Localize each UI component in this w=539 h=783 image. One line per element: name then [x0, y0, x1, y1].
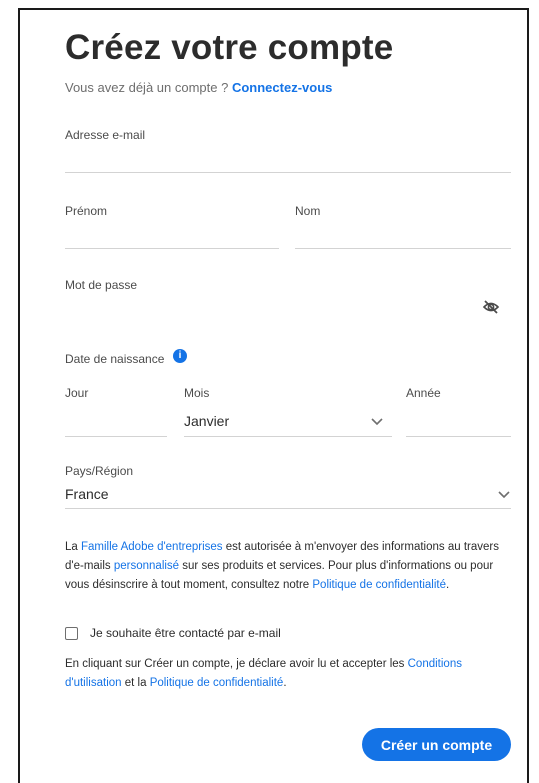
day-underline	[65, 436, 167, 437]
country-value: France	[65, 486, 109, 502]
month-value: Janvier	[184, 413, 230, 429]
first-name-underline	[65, 248, 279, 249]
page-title: Créez votre compte	[65, 28, 394, 67]
last-name-underline	[295, 248, 511, 249]
terms-text: En cliquant sur Créer un compte, je décl…	[65, 655, 520, 693]
adobe-family-link[interactable]: Famille Adobe d'entreprises	[81, 541, 223, 553]
year-field[interactable]	[406, 408, 511, 434]
email-label: Adresse e-mail	[65, 128, 146, 142]
terms-text-part: En cliquant sur Créer un compte, je décl…	[65, 658, 408, 670]
info-icon[interactable]: i	[173, 349, 187, 363]
dob-label: Date de naissance	[65, 352, 165, 366]
create-account-button[interactable]: Créer un compte	[362, 728, 511, 761]
signup-card: Créez votre compte Vous avez déjà un com…	[18, 8, 529, 783]
signin-prompt-text: Vous avez déjà un compte ?	[65, 80, 229, 95]
country-label: Pays/Région	[65, 464, 134, 478]
year-label: Année	[406, 386, 441, 400]
email-field[interactable]	[65, 146, 511, 172]
first-name-field[interactable]	[65, 222, 279, 248]
personalized-link[interactable]: personnalisé	[114, 560, 179, 572]
month-underline	[184, 436, 392, 437]
privacy-policy-link[interactable]: Politique de confidentialité	[312, 579, 446, 591]
chevron-down-icon	[498, 491, 510, 499]
year-underline	[406, 436, 511, 437]
country-underline	[65, 508, 511, 509]
last-name-label: Nom	[295, 204, 321, 218]
password-field[interactable]	[65, 298, 485, 326]
day-label: Jour	[65, 386, 89, 400]
first-name-label: Prénom	[65, 204, 108, 218]
email-contact-label[interactable]: Je souhaite être contacté par e-mail	[90, 626, 281, 640]
eye-off-icon[interactable]	[482, 298, 500, 316]
terms-text-part: et la	[121, 677, 150, 689]
privacy-policy-link[interactable]: Politique de confidentialité	[150, 677, 284, 689]
last-name-field[interactable]	[295, 222, 511, 248]
country-select[interactable]: France	[65, 484, 511, 508]
email-underline	[65, 172, 511, 173]
month-select[interactable]: Janvier	[184, 408, 392, 434]
consent-text: La	[65, 541, 81, 553]
signin-prompt: Vous avez déjà un compte ? Connectez-vou…	[65, 80, 332, 95]
signin-link[interactable]: Connectez-vous	[232, 80, 332, 95]
password-label: Mot de passe	[65, 278, 138, 292]
consent-text: .	[446, 579, 450, 591]
terms-text-part: .	[283, 677, 287, 689]
marketing-consent-text: La Famille Adobe d'entreprises est autor…	[65, 538, 520, 595]
month-label: Mois	[184, 386, 210, 400]
day-field[interactable]	[65, 408, 167, 434]
chevron-down-icon	[371, 418, 383, 426]
email-contact-checkbox[interactable]	[65, 627, 78, 640]
